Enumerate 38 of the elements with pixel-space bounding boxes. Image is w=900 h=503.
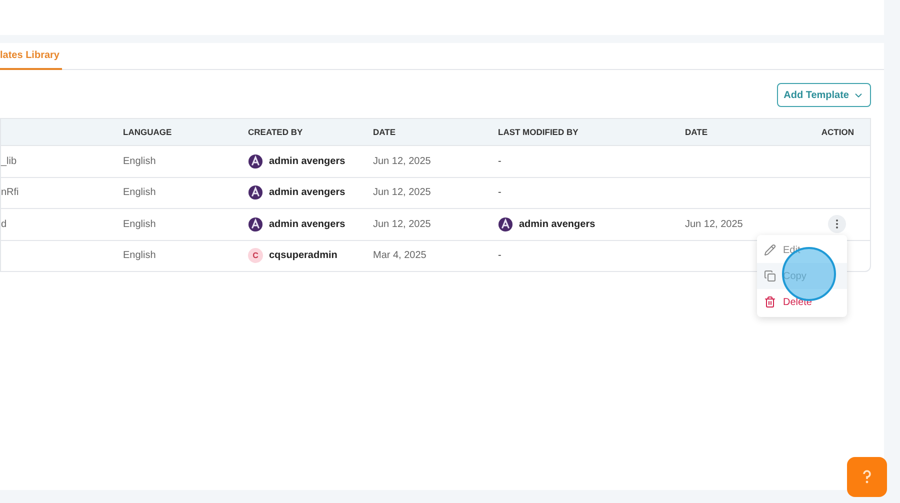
column-header: ACTION — [820, 126, 855, 138]
tab[interactable]: lates Library — [0, 43, 62, 70]
avatar-logo-icon — [248, 185, 263, 200]
avatar-logo-icon — [248, 216, 263, 232]
user-name: cqsuperadmin — [269, 249, 338, 264]
table-cell-text: Jun 12, 2025 — [373, 154, 432, 169]
table-cell-text: English — [123, 186, 157, 200]
table-cell-text: Jun 12, 2025 — [373, 218, 432, 232]
column-header: DATE — [685, 126, 709, 138]
table-cell-text: nRfi — [1, 186, 20, 200]
table-cell-text: d — [1, 218, 8, 232]
user-name: admin avengers — [519, 218, 596, 232]
pencil-icon — [764, 244, 776, 256]
table-cell-text: English — [123, 218, 157, 232]
table-cell-text: - — [498, 186, 502, 200]
table-cell-text: Jun 12, 2025 — [685, 218, 744, 232]
avatar-logo-icon — [248, 154, 263, 169]
question-icon — [862, 470, 872, 484]
column-header: DATE — [373, 126, 397, 138]
column-header: CREATED BY — [248, 126, 304, 138]
table-cell-text: Mar 4, 2025 — [373, 249, 428, 264]
table-cell-text: English — [123, 154, 157, 169]
user-name: admin avengers — [269, 186, 346, 200]
column-header: LAST MODIFIED BY — [498, 126, 580, 138]
table-cell-text: Jun 12, 2025 — [373, 186, 432, 200]
table-cell-text: - — [498, 249, 502, 264]
user-name: admin avengers — [269, 218, 346, 232]
trash-icon — [764, 296, 776, 308]
user-name: admin avengers — [269, 154, 346, 169]
avatar-logo-icon — [498, 216, 513, 232]
column-header: LANGUAGE — [123, 126, 173, 138]
table-cell-text: _lib — [1, 154, 18, 169]
avatar-initial: C — [248, 248, 263, 264]
table-cell-text: English — [123, 249, 157, 264]
add-template-button[interactable]: Add Template — [776, 83, 871, 107]
more-options-button[interactable] — [828, 215, 846, 234]
copy-icon — [764, 270, 776, 282]
table-cell-text: - — [498, 154, 502, 169]
